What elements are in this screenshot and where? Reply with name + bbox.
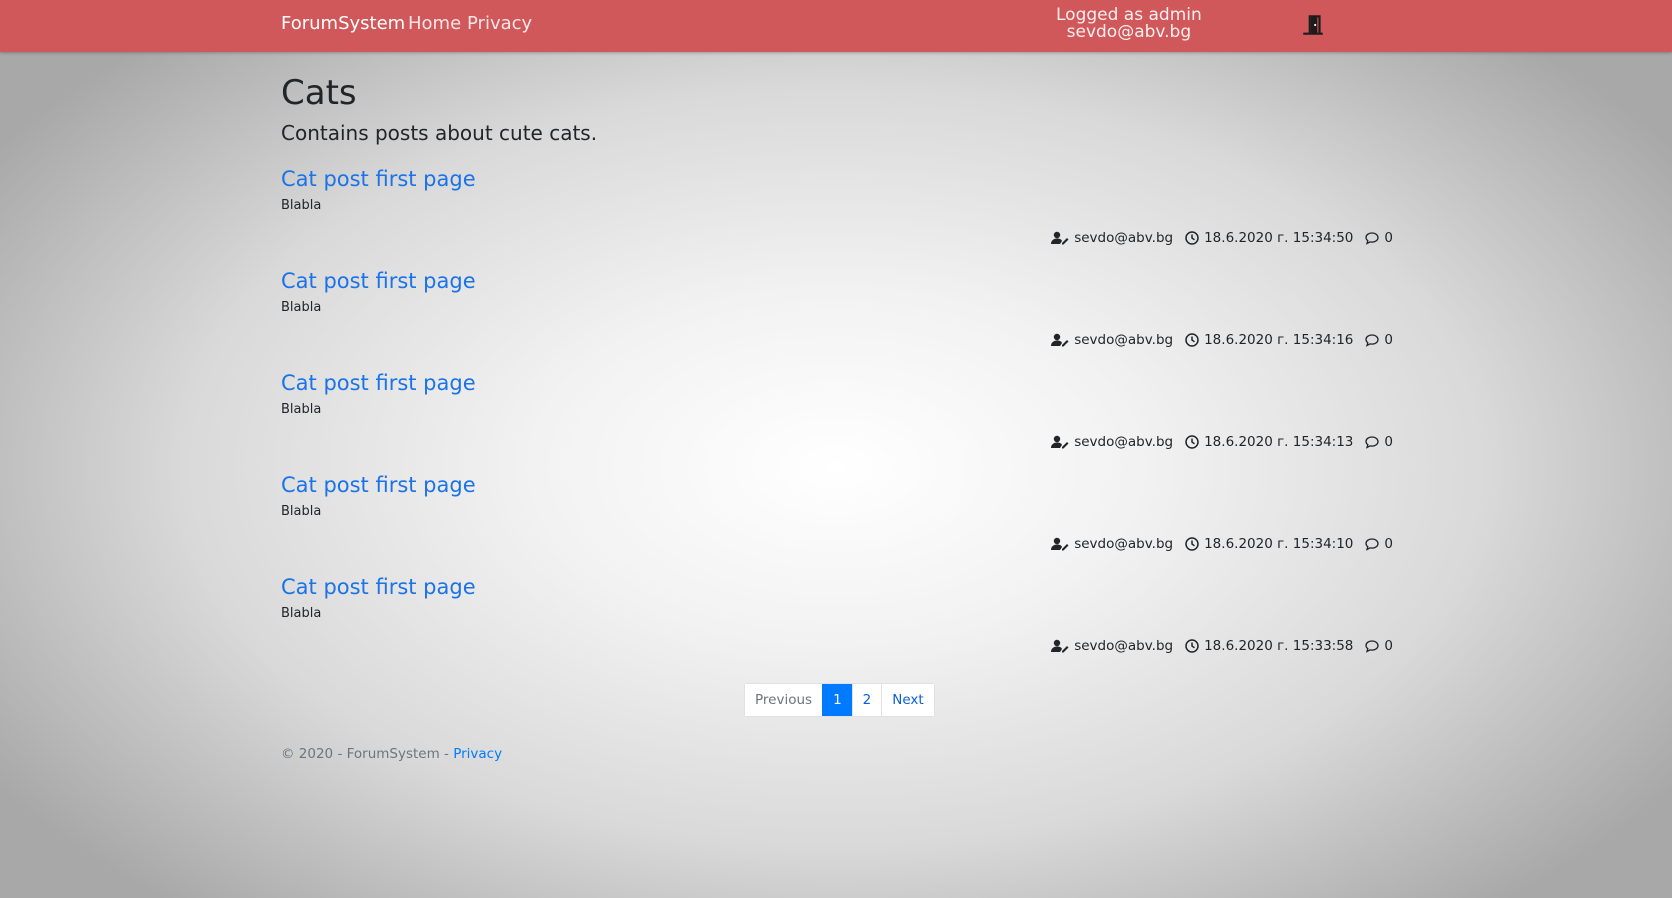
clock-icon [1185,333,1199,347]
post-date: 18.6.2020 г. 15:33:58 [1185,638,1353,654]
post-comments: 0 [1365,332,1393,348]
footer-copyright: © 2020 - ForumSystem - [281,746,454,762]
post-comments: 0 [1365,638,1393,654]
post-date: 18.6.2020 г. 15:34:10 [1185,536,1353,552]
post-comment-count: 0 [1384,434,1393,450]
clock-icon [1185,435,1199,449]
post-body: Blabla [281,606,322,621]
login-email: sevdo@abv.bg [1066,22,1192,42]
comment-icon [1365,537,1380,551]
comment-icon [1365,435,1380,449]
post-title-link[interactable]: Cat post first page [281,570,1393,602]
clock-icon [1185,639,1199,653]
post-body: Blabla [281,300,322,315]
login-info: Logged as admin sevdo@abv.bg [1056,7,1202,41]
post-meta: sevdo@abv.bg 18.6.2020 г. 15:34:10 0 [1051,536,1393,552]
post-author-email: sevdo@abv.bg [1074,638,1174,654]
post-date-text: 18.6.2020 г. 15:34:10 [1204,536,1354,552]
user-edit-icon [1051,231,1069,245]
main-content: Cats Contains posts about cute cats. Cat… [281,72,1393,672]
post-item: Cat post first page Blabla sevdo@abv.bg … [281,570,1393,672]
post-date: 18.6.2020 г. 15:34:16 [1185,332,1353,348]
post-author: sevdo@abv.bg [1051,536,1173,552]
post-body: Blabla [281,198,322,213]
user-edit-icon [1051,639,1069,653]
post-comment-count: 0 [1384,638,1393,654]
post-body: Blabla [281,402,322,417]
post-comments: 0 [1365,230,1393,246]
post-meta: sevdo@abv.bg 18.6.2020 г. 15:34:50 0 [1051,230,1393,246]
brand-link[interactable]: ForumSystem [281,13,405,34]
post-item: Cat post first page Blabla sevdo@abv.bg … [281,468,1393,570]
user-edit-icon [1051,435,1069,449]
post-comment-count: 0 [1384,230,1393,246]
pagination-page-2[interactable]: 2 [851,684,882,716]
pagination-next[interactable]: Next [881,684,934,716]
nav-privacy-link[interactable]: Privacy [467,13,532,34]
post-meta: sevdo@abv.bg 18.6.2020 г. 15:34:13 0 [1051,434,1393,450]
post-title-link[interactable]: Cat post first page [281,468,1393,500]
post-comments: 0 [1365,536,1393,552]
footer: © 2020 - ForumSystem - Privacy [281,746,502,762]
post-date: 18.6.2020 г. 15:34:50 [1185,230,1353,246]
post-comment-count: 0 [1384,536,1393,552]
post-author-email: sevdo@abv.bg [1074,536,1174,552]
top-navbar: ForumSystem Home Privacy Logged as admin… [0,0,1672,52]
post-item: Cat post first page Blabla sevdo@abv.bg … [281,162,1393,264]
post-author-email: sevdo@abv.bg [1074,332,1174,348]
door-exit-icon[interactable] [1300,12,1326,38]
post-author: sevdo@abv.bg [1051,638,1173,654]
comment-icon [1365,333,1380,347]
clock-icon [1185,231,1199,245]
post-date-text: 18.6.2020 г. 15:34:50 [1204,230,1354,246]
pagination: Previous 1 2 Next [744,683,935,717]
user-edit-icon [1051,537,1069,551]
pagination-previous[interactable]: Previous [745,684,823,716]
post-comments: 0 [1365,434,1393,450]
post-author-email: sevdo@abv.bg [1074,434,1174,450]
post-date-text: 18.6.2020 г. 15:34:16 [1204,332,1354,348]
post-author: sevdo@abv.bg [1051,332,1173,348]
comment-icon [1365,231,1380,245]
post-comment-count: 0 [1384,332,1393,348]
nav-home-link[interactable]: Home [408,13,461,34]
page-description: Contains posts about cute cats. [281,121,598,145]
post-body: Blabla [281,504,322,519]
post-title-link[interactable]: Cat post first page [281,162,1393,194]
clock-icon [1185,537,1199,551]
post-meta: sevdo@abv.bg 18.6.2020 г. 15:33:58 0 [1051,638,1393,654]
post-item: Cat post first page Blabla sevdo@abv.bg … [281,366,1393,468]
post-date-text: 18.6.2020 г. 15:33:58 [1204,638,1354,654]
pagination-page-1[interactable]: 1 [822,684,852,716]
page-title: Cats [281,73,357,113]
post-date-text: 18.6.2020 г. 15:34:13 [1204,434,1354,450]
post-author: sevdo@abv.bg [1051,434,1173,450]
comment-icon [1365,639,1380,653]
post-meta: sevdo@abv.bg 18.6.2020 г. 15:34:16 0 [1051,332,1393,348]
footer-privacy-link[interactable]: Privacy [453,746,502,762]
post-date: 18.6.2020 г. 15:34:13 [1185,434,1353,450]
post-list: Cat post first page Blabla sevdo@abv.bg … [281,162,1393,672]
post-title-link[interactable]: Cat post first page [281,264,1393,296]
post-author-email: sevdo@abv.bg [1074,230,1174,246]
user-edit-icon [1051,333,1069,347]
post-title-link[interactable]: Cat post first page [281,366,1393,398]
post-author: sevdo@abv.bg [1051,230,1173,246]
post-item: Cat post first page Blabla sevdo@abv.bg … [281,264,1393,366]
